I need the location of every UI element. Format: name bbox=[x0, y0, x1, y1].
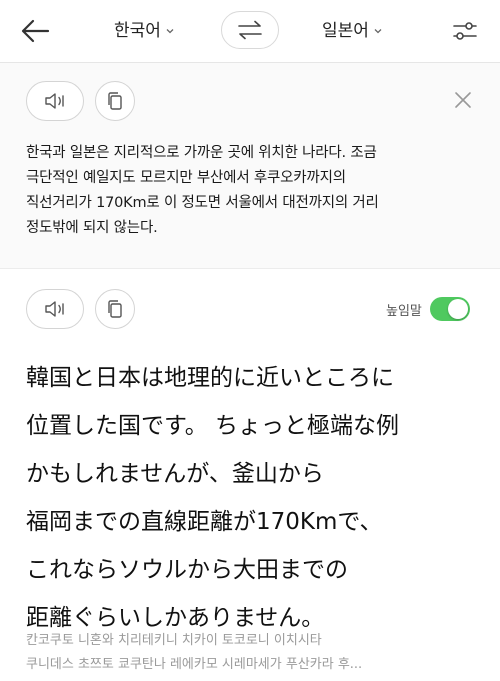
clear-text-button[interactable] bbox=[452, 89, 474, 111]
chevron-down-icon bbox=[374, 29, 382, 34]
swap-arrows-icon bbox=[238, 20, 262, 40]
target-language-label: 일본어 bbox=[322, 21, 369, 41]
target-copy-button[interactable] bbox=[95, 289, 135, 329]
honorific-toggle[interactable] bbox=[429, 297, 470, 321]
copy-icon bbox=[108, 92, 122, 110]
source-text[interactable]: 한국과 일본은 지리적으로 가까운 곳에 위치한 나라다. 조금 극단적인 예일… bbox=[26, 141, 476, 241]
target-language-selector[interactable]: 일본어 bbox=[322, 18, 383, 44]
toggle-knob bbox=[447, 299, 468, 319]
close-icon bbox=[455, 92, 471, 108]
speaker-icon bbox=[45, 301, 64, 317]
honorific-label: 높임말 bbox=[386, 303, 422, 319]
top-bar: 한국어 일본어 bbox=[0, 0, 500, 63]
source-speak-button[interactable] bbox=[26, 81, 84, 121]
back-arrow-icon bbox=[21, 19, 50, 43]
source-copy-button[interactable] bbox=[95, 81, 135, 121]
source-language-label: 한국어 bbox=[114, 21, 161, 41]
target-panel: 높임말 韓国と日本は地理的に近いところに 位置した国です。 ちょっと極端な例 か… bbox=[0, 269, 500, 681]
pronunciation-text: 칸코쿠토 니혼와 치리테키니 치카이 토코로니 이치시타 쿠니데스 초쯔토 쿄쿠… bbox=[26, 633, 363, 672]
settings-button[interactable] bbox=[450, 17, 480, 45]
swap-languages-button[interactable] bbox=[221, 11, 279, 49]
back-button[interactable] bbox=[18, 15, 52, 47]
chevron-down-icon bbox=[166, 29, 174, 34]
sliders-icon bbox=[453, 22, 477, 40]
translated-text: 韓国と日本は地理的に近いところに 位置した国です。 ちょっと極端な例 かもしれま… bbox=[26, 365, 400, 631]
source-panel: 한국과 일본은 지리적으로 가까운 곳에 위치한 나라다. 조금 극단적인 예일… bbox=[0, 63, 500, 269]
source-language-selector[interactable]: 한국어 bbox=[114, 18, 175, 44]
speaker-icon bbox=[45, 93, 64, 109]
target-speak-button[interactable] bbox=[26, 289, 84, 329]
copy-icon bbox=[108, 300, 122, 318]
honorific-setting: 높임말 bbox=[386, 297, 470, 321]
